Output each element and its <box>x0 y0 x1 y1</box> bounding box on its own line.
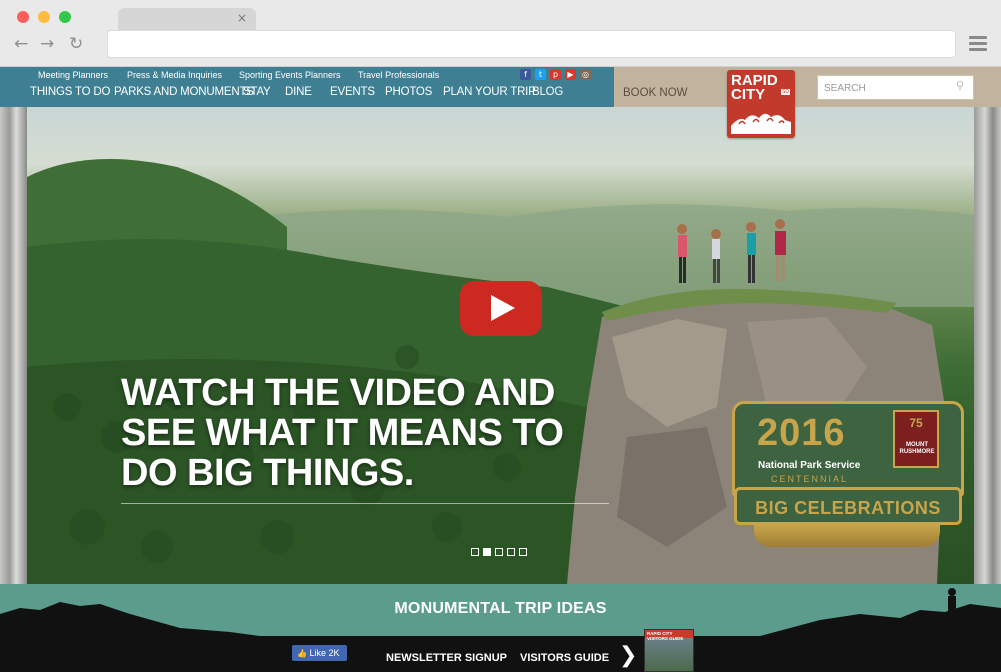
hero-landscape-image: WATCH THE VIDEO AND SEE WHAT IT MEANS TO… <box>27 107 974 584</box>
search-input[interactable]: SEARCH <box>824 83 866 94</box>
badge-centennial: CENTENNIAL <box>771 474 849 484</box>
visitors-guide-cover[interactable]: RAPID CITY VISITORS GUIDE <box>644 629 694 672</box>
facebook-icon[interactable]: f <box>520 69 531 80</box>
browser-tab[interactable]: × <box>118 8 256 30</box>
facebook-like-button[interactable]: 👍 Like 2K <box>292 645 347 661</box>
chevron-right-icon[interactable]: ❯ <box>619 645 637 667</box>
trip-ideas-band[interactable]: MONUMENTAL TRIP IDEAS <box>0 584 1001 636</box>
nav-blog[interactable]: BLOG <box>532 86 563 98</box>
website-viewport: Meeting Planners Press & Media Inquiries… <box>0 67 1001 672</box>
nav-stay[interactable]: STAY <box>243 86 271 98</box>
badge-year: 2016 <box>757 412 846 454</box>
close-window-button[interactable] <box>17 11 29 23</box>
badge-organization: National Park Service <box>758 460 861 471</box>
play-video-button[interactable] <box>460 281 542 336</box>
nav-plan-your-trip[interactable]: PLAN YOUR TRIP <box>443 86 536 98</box>
browser-chrome: × ← → ↻ <box>0 0 1001 67</box>
address-bar[interactable] <box>107 30 956 58</box>
site-header: Meeting Planners Press & Media Inquiries… <box>0 67 1001 107</box>
mount-rushmore-icon <box>731 113 791 134</box>
back-arrow-icon[interactable]: ← <box>14 34 28 54</box>
rock-border-right <box>974 107 1001 584</box>
badge-landscape-base <box>754 525 940 547</box>
slide-dot-2[interactable] <box>483 548 491 556</box>
book-now-button[interactable]: BOOK NOW <box>623 87 688 99</box>
twitter-icon[interactable]: t <box>535 69 546 80</box>
visitors-guide-link[interactable]: VISITORS GUIDE <box>520 652 609 664</box>
trip-ideas-title: MONUMENTAL TRIP IDEAS <box>394 600 607 617</box>
nav-photos[interactable]: PHOTOS <box>385 86 432 98</box>
slide-dot-5[interactable] <box>519 548 527 556</box>
badge-banner-text: BIG CELEBRATIONS <box>755 498 941 518</box>
headline-divider <box>121 503 609 504</box>
hero-headline: WATCH THE VIDEO AND SEE WHAT IT MEANS TO… <box>121 372 564 494</box>
logo-state-badge: SD <box>781 89 790 95</box>
youtube-icon[interactable]: ▶ <box>565 69 576 80</box>
nps-centennial-badge[interactable]: 2016 National Park Service CENTENNIAL 75… <box>732 401 964 551</box>
footer-bar: 👍 Like 2K NEWSLETTER SIGNUP VISITORS GUI… <box>0 629 1001 672</box>
slide-dot-3[interactable] <box>495 548 503 556</box>
pinterest-icon[interactable]: p <box>550 69 561 80</box>
hero-banner: WATCH THE VIDEO AND SEE WHAT IT MEANS TO… <box>0 107 1001 584</box>
utility-link-travel-professionals[interactable]: Travel Professionals <box>358 70 439 80</box>
maximize-window-button[interactable] <box>59 11 71 23</box>
rapid-city-logo[interactable]: RAPID CITY SD <box>727 70 795 138</box>
close-tab-icon[interactable]: × <box>237 11 247 25</box>
slide-dot-4[interactable] <box>507 548 515 556</box>
slide-dot-1[interactable] <box>471 548 479 556</box>
reload-icon[interactable]: ↻ <box>69 34 83 54</box>
newsletter-signup-link[interactable]: NEWSLETTER SIGNUP <box>386 652 507 664</box>
play-icon <box>491 295 515 321</box>
rock-border-left <box>0 107 27 584</box>
utility-link-press-media[interactable]: Press & Media Inquiries <box>127 70 222 80</box>
nav-things-to-do[interactable]: THINGS TO DO <box>30 86 110 98</box>
social-links: f t p ▶ ◎ <box>520 69 595 80</box>
guide-cover-title: RAPID CITY VISITORS GUIDE <box>647 631 684 641</box>
nav-parks-and-monuments[interactable]: PARKS AND MONUMENTS <box>114 86 254 98</box>
forward-arrow-icon[interactable]: → <box>40 34 54 54</box>
nav-dine[interactable]: DINE <box>285 86 312 98</box>
mount-rushmore-anniversary-emblem: 75 MOUNT RUSHMORE <box>893 410 939 468</box>
thumbs-up-icon: 👍 <box>297 649 307 658</box>
logo-wordmark: RAPID CITY <box>731 72 778 103</box>
utility-link-sporting-events[interactable]: Sporting Events Planners <box>239 70 341 80</box>
nav-events[interactable]: EVENTS <box>330 86 375 98</box>
badge-panel: 2016 National Park Service CENTENNIAL 75… <box>732 401 964 497</box>
like-count: Like 2K <box>309 648 340 658</box>
instagram-icon[interactable]: ◎ <box>580 69 591 80</box>
search-icon[interactable]: ⚲ <box>956 79 968 92</box>
hamburger-menu-icon[interactable] <box>969 36 987 52</box>
slider-pagination <box>471 548 531 556</box>
minimize-window-button[interactable] <box>38 11 50 23</box>
utility-link-meeting-planners[interactable]: Meeting Planners <box>38 70 108 80</box>
badge-banner: BIG CELEBRATIONS <box>734 487 962 525</box>
search-box[interactable]: SEARCH ⚲ <box>817 75 974 100</box>
